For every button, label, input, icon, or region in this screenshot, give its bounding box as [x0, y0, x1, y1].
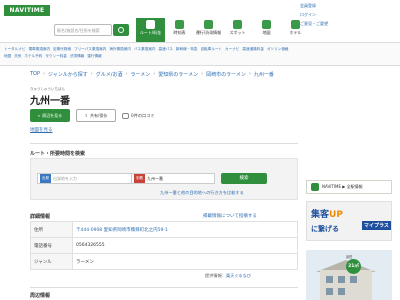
- divider: [30, 287, 298, 288]
- from-field[interactable]: 出発 出発地を入力: [37, 173, 141, 184]
- address-label: 住所: [30, 221, 73, 238]
- ad-headline: 集客UP: [311, 210, 343, 220]
- report-info-link[interactable]: 掲載情報について指摘する: [203, 213, 257, 219]
- spot-icon: [233, 20, 242, 29]
- map-link[interactable]: 地図を見る: [30, 127, 53, 133]
- table-row: ジャンル ラーメン: [30, 253, 298, 270]
- subnav-item[interactable]: フリーパス乗換案内: [74, 47, 106, 51]
- nav-timetable[interactable]: 時刻表: [165, 18, 194, 42]
- from-placeholder: 出発地を入力: [53, 175, 77, 181]
- compare-routes-link[interactable]: 九州一番と他の目的地への行き方を比較する: [160, 190, 244, 196]
- header: NAVITIME 駅名/施設名/住所を検索 ルート/料金 時刻表 運行/渋滞情報…: [0, 0, 400, 42]
- data-source: 提供情報：楽天ぐるなび: [205, 273, 251, 278]
- login-link[interactable]: ログイン: [300, 12, 328, 18]
- ad-subheadline: に繋げる: [311, 225, 339, 233]
- detail-title: 詳細情報: [30, 214, 51, 220]
- table-row: 住所 〒444-0908 愛知県岡崎市橋目町北之内59-1: [30, 221, 298, 238]
- subnav-item[interactable]: 天気: [14, 54, 21, 58]
- subnav-item[interactable]: 定期代検索: [53, 47, 71, 51]
- breadcrumb-item[interactable]: 愛知県のラーメン: [158, 71, 198, 78]
- subnav-item[interactable]: ガソリン価格: [267, 47, 289, 51]
- to-tag: 到着: [134, 174, 145, 183]
- breadcrumb-item[interactable]: 岡崎市のラーメン: [206, 71, 246, 78]
- sub-nav: トータルナビ 電車乗換案内 定期代検索 フリーパス乗換案内 海外乗換案内 バス乗換案内 高速…: [0, 42, 400, 66]
- to-field[interactable]: 到着 九州一番: [131, 173, 215, 184]
- subnav-item[interactable]: 渋滞情報: [70, 54, 84, 58]
- subnav-item[interactable]: カーナビ: [225, 47, 239, 51]
- nav-route[interactable]: ルート/料金: [136, 18, 165, 42]
- top-links: 会員登録 ログイン ご意見・ご要望: [300, 3, 328, 30]
- subnav-item[interactable]: 高速バス: [159, 47, 173, 51]
- genre-label: ジャンル: [30, 253, 73, 270]
- breadcrumb-item[interactable]: グルメ/お酒: [96, 71, 123, 78]
- phone-value: 0564326555: [72, 237, 298, 254]
- breadcrumb: TOP › ジャンルから探す › グルメ/お酒 › ラーメン › 愛知県のラーメン › 岡…: [30, 71, 274, 78]
- subnav-item[interactable]: ホテル予約: [24, 54, 42, 58]
- subnav-item[interactable]: 電車乗換案内: [29, 47, 51, 51]
- house-size-badge: 21㎡: [346, 259, 361, 274]
- address-value[interactable]: 〒444-0908 愛知県岡崎市橋目町北之内59-1: [72, 221, 298, 238]
- subnav-item[interactable]: トータルナビ: [4, 47, 26, 51]
- comment-icon: [122, 112, 129, 119]
- ad-brand: マイプラス: [362, 221, 391, 230]
- divider: [30, 143, 298, 144]
- subnav-item[interactable]: 自転車ルート: [200, 47, 222, 51]
- page-title: 九州一番: [30, 96, 70, 107]
- navitime-app-icon: [311, 183, 319, 191]
- ad-banner[interactable]: 集客UP に繋げる マイプラス: [306, 201, 392, 241]
- subnav-item[interactable]: タクシー料金: [45, 54, 67, 58]
- breadcrumb-item[interactable]: ジャンルから探す: [48, 71, 88, 78]
- subnav-item[interactable]: 新幹線・特急: [176, 47, 198, 51]
- search-icon[interactable]: [113, 24, 129, 36]
- feedback-link[interactable]: ご意見・ご要望: [300, 21, 328, 27]
- genre-value: ラーメン: [72, 253, 298, 270]
- reviews-link[interactable]: 0件の口コミ: [122, 112, 155, 119]
- phone-label: 電話番号: [30, 237, 73, 254]
- subnav-item[interactable]: 海外乗換案内: [109, 47, 131, 51]
- map-icon: [262, 20, 271, 29]
- subnav-item[interactable]: バス乗換案内: [134, 47, 156, 51]
- from-tag: 出発: [40, 174, 51, 183]
- navitime-logo[interactable]: NAVITIME: [4, 5, 50, 16]
- main-nav: ルート/料金 時刻表 運行/渋滞情報 スポット 地図 ホテル: [136, 18, 310, 42]
- hotel-icon: [291, 20, 300, 29]
- subnav-item[interactable]: 高速道路料金: [242, 47, 264, 51]
- nav-spot[interactable]: スポット: [223, 18, 252, 42]
- nav-map[interactable]: 地図: [252, 18, 281, 42]
- detail-table: 住所 〒444-0908 愛知県岡崎市橋目町北之内59-1 電話番号 05643…: [30, 221, 298, 270]
- nav-traffic[interactable]: 運行/渋滞情報: [194, 18, 223, 42]
- app-banner[interactable]: NAVITIME ▶ 全駅情報: [306, 180, 392, 194]
- route-icon: [146, 20, 155, 29]
- share-button[interactable]: ⇪ 共有/保存: [76, 109, 116, 122]
- search-nearby-button[interactable]: ⌕ 周辺を見る: [30, 109, 70, 122]
- clock-icon: [175, 20, 184, 29]
- nearby-title: 周辺情報: [30, 293, 51, 299]
- breadcrumb-current: 九州一番: [253, 72, 274, 78]
- breadcrumb-item[interactable]: ラーメン: [130, 71, 150, 78]
- route-title: ルート・所要時間を検索: [30, 151, 86, 157]
- table-row: 電話番号 0564326555: [30, 237, 298, 254]
- traffic-icon: [204, 20, 213, 29]
- spot-actions: ⌕ 周辺を見る ⇪ 共有/保存 0件の口コミ: [30, 109, 155, 122]
- search-input[interactable]: 駅名/施設名/住所を検索: [54, 24, 112, 36]
- subnav-item[interactable]: 地図: [4, 54, 11, 58]
- route-search-button[interactable]: 検索: [221, 173, 267, 184]
- register-link[interactable]: 会員登録: [300, 3, 328, 9]
- breadcrumb-item[interactable]: TOP: [30, 71, 40, 78]
- share-icon: ⇪: [84, 113, 88, 118]
- source-link[interactable]: 楽天ぐるなび: [226, 273, 251, 278]
- search-icon: ⌕: [37, 113, 41, 118]
- subnav-item[interactable]: 運行情報: [87, 54, 101, 58]
- to-value: 九州一番: [147, 175, 163, 181]
